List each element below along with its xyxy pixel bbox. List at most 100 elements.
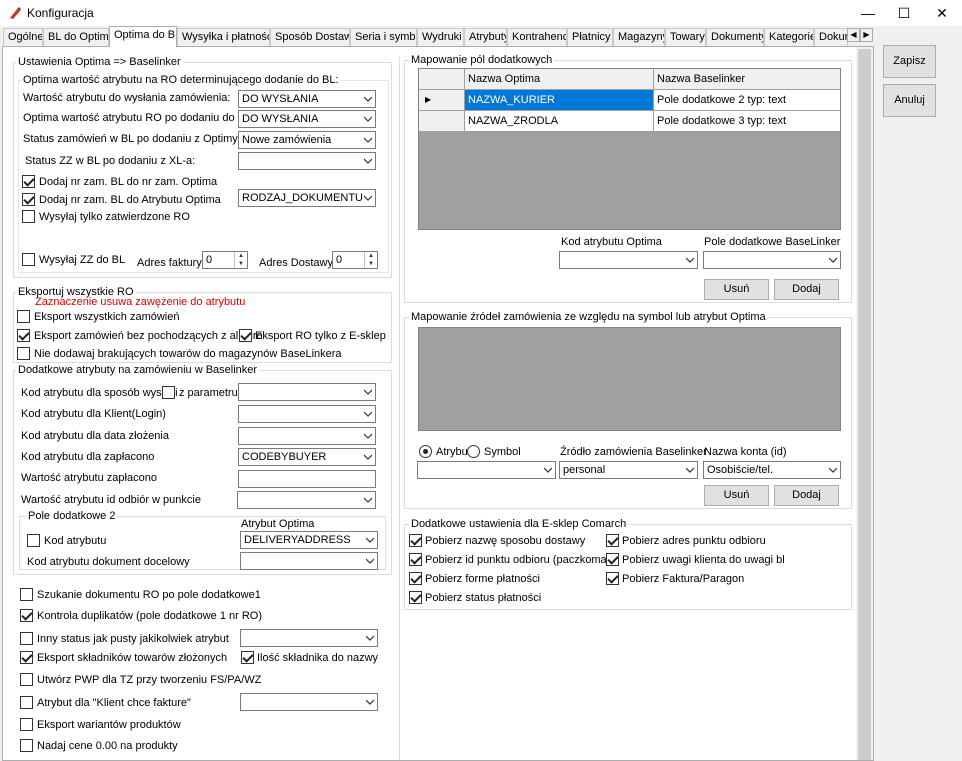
da-r2-combo[interactable]	[238, 405, 376, 423]
tab-atrybuty[interactable]: Atrybuty	[464, 28, 507, 46]
scrollbar-thumb[interactable]	[858, 49, 871, 760]
r3-combo[interactable]: Nowe zamówienia	[238, 131, 376, 149]
cb-szukanie-dokumentu-label: Szukanie dokumentu RO po pole dodatkowe1	[37, 589, 261, 601]
tab-towary[interactable]: Towary	[665, 28, 706, 46]
cb-inny-status[interactable]	[20, 632, 33, 645]
da-r6-combo[interactable]	[237, 491, 376, 509]
group-mapowanie-pol-title: Mapowanie pól dodatkowych	[409, 54, 555, 66]
cb-szukanie-dokumentu[interactable]	[20, 588, 33, 601]
cb-nie-dodawaj[interactable]	[17, 347, 30, 360]
da-r5-input[interactable]	[238, 470, 376, 488]
tab-sposob-dostawy[interactable]: Sposób Dostawy	[270, 28, 350, 46]
tab-magazyny[interactable]: Magazyny	[613, 28, 665, 46]
grid-cell-optima[interactable]: NAZWA_ZRODLA	[465, 111, 654, 132]
inny-status-combo[interactable]	[240, 629, 378, 647]
cb-eksport-wariantow[interactable]	[20, 718, 33, 731]
cancel-button[interactable]: Anuluj	[883, 84, 936, 117]
tab-kategorie[interactable]: Kategorie	[764, 28, 814, 46]
mapowanie-zrodel-remove-button[interactable]: Usuń	[704, 485, 769, 506]
cb-eksport-bez-allegro[interactable]	[17, 329, 30, 342]
cb-pobierz-faktura[interactable]	[606, 572, 619, 585]
cb-pobierz-status-platnosci[interactable]	[409, 591, 422, 604]
tab-seria-symbol[interactable]: Seria i symbol	[350, 28, 417, 46]
cb-dodaj-nr-zam[interactable]	[22, 175, 35, 188]
row-selector-icon[interactable]: ▶	[419, 90, 465, 111]
save-button[interactable]: Zapisz	[883, 45, 936, 78]
cb-z-parametru[interactable]	[162, 386, 175, 399]
mapowanie-pol-add-button[interactable]: Dodaj	[774, 279, 839, 300]
mapowanie-zrodel-grid[interactable]	[418, 327, 841, 431]
cb-kod-atrybutu[interactable]	[27, 534, 40, 547]
r4-combo[interactable]	[238, 152, 376, 170]
kod-atrybutu-combo[interactable]: DELIVERYADDRESS	[240, 531, 378, 549]
spinner-arrows-icon[interactable]: ▲ ▼	[364, 252, 377, 268]
tab-scroll-left-icon[interactable]: ◀	[847, 28, 860, 42]
cb-utworz-pwp[interactable]	[20, 673, 33, 686]
r2-combo[interactable]: DO WYSŁANIA	[238, 110, 376, 128]
nazwa-konta-combo[interactable]: Osobiście/tel.	[703, 461, 841, 479]
cb-pobierz-adres-punktu[interactable]	[606, 534, 619, 547]
atrybut-optima-combo[interactable]: RODZAJ_DOKUMENTU	[238, 189, 376, 207]
da-r1-combo[interactable]	[238, 383, 376, 401]
mapowanie-zrodel-add-button[interactable]: Dodaj	[774, 485, 839, 506]
cb-pobierz-faktura-label: Pobierz Faktura/Paragon	[622, 573, 745, 585]
pole-dodatkowe-baselinker-combo[interactable]	[703, 251, 841, 269]
vertical-scrollbar[interactable]	[856, 47, 873, 760]
da-r4-combo[interactable]: CODEBYBUYER	[238, 448, 376, 466]
minimize-button[interactable]: —	[850, 0, 886, 26]
atrybut-symbol-combo[interactable]	[417, 461, 556, 479]
cb-wysylaj-zz[interactable]	[22, 253, 35, 266]
cb-pobierz-forme-platnosci[interactable]	[409, 572, 422, 585]
tab-scroll-right-icon[interactable]: ▶	[860, 28, 873, 42]
cb-pobierz-forme-platnosci-label: Pobierz forme płatności	[425, 573, 540, 585]
zrodlo-combo[interactable]: personal	[559, 461, 698, 479]
grid-header-baselinker[interactable]: Nazwa Baselinker	[654, 69, 840, 90]
cb-tylko-zatwierdzone[interactable]	[22, 210, 35, 223]
adres-dostawy-spinner[interactable]: 0 ▲ ▼	[332, 251, 378, 269]
cb-nadaj-cene[interactable]	[20, 739, 33, 752]
cb-eksport-skladnikow[interactable]	[20, 651, 33, 664]
grid-cell-baselinker[interactable]: Pole dodatkowe 2 typ: text	[654, 90, 840, 111]
cb-pobierz-uwagi[interactable]	[606, 553, 619, 566]
group-esklep-title: Dodatkowe ustawienia dla E-sklep Comarch	[409, 518, 629, 530]
da-r3-combo[interactable]	[238, 427, 376, 445]
cb-pobierz-nazwe-dostawy[interactable]	[409, 534, 422, 547]
cb-pobierz-id-punktu[interactable]	[409, 553, 422, 566]
grid-cell-optima[interactable]: NAZWA_KURIER	[465, 90, 654, 111]
grid-cell-baselinker[interactable]: Pole dodatkowe 3 typ: text	[654, 111, 840, 132]
cb-kontrola-duplikatow[interactable]	[20, 609, 33, 622]
kod-atrybutu-optima-combo[interactable]	[559, 251, 698, 269]
adres-faktury-spinner[interactable]: 0 ▲ ▼	[202, 251, 248, 269]
tab-kontrahenci[interactable]: Kontrahenci	[507, 28, 567, 46]
tab-wysylka[interactable]: Wysyłka i płatności	[177, 28, 270, 46]
mapowanie-pol-grid[interactable]: Nazwa Optima Nazwa Baselinker ▶ NAZWA_KU…	[418, 68, 841, 230]
cb-dodaj-do-atrybutu[interactable]	[22, 193, 35, 206]
cb-eksport-esklep[interactable]	[239, 329, 252, 342]
mapowanie-pol-remove-button[interactable]: Usuń	[704, 279, 769, 300]
radio-atrybut[interactable]	[419, 445, 432, 458]
adres-dostawy-value: 0	[336, 254, 343, 266]
cb-eksport-wszystkich[interactable]	[17, 310, 30, 323]
cb-klient-chce-fakture[interactable]	[20, 696, 33, 709]
klient-fakture-combo[interactable]	[240, 693, 378, 711]
radio-symbol[interactable]	[467, 445, 480, 458]
chevron-down-icon	[366, 558, 374, 564]
row-header[interactable]	[419, 111, 465, 132]
maximize-button[interactable]: ☐	[886, 0, 922, 26]
spinner-arrows-icon[interactable]: ▲ ▼	[234, 252, 247, 268]
tab-platnicy[interactable]: Płatnicy	[567, 28, 613, 46]
cb-ilosc-skladnika[interactable]	[241, 651, 254, 664]
tab-optima-do-bl[interactable]: Optima do BL	[109, 26, 177, 47]
tab-dokum[interactable]: Dokum	[814, 28, 848, 46]
tab-bl-do-optima[interactable]: BL do Optima	[43, 28, 109, 46]
cb-pobierz-status-platnosci-label: Pobierz status płatności	[425, 592, 542, 604]
tab-ogolne[interactable]: Ogólne	[3, 28, 43, 46]
close-button[interactable]: ✕	[924, 0, 960, 26]
tab-wydruki[interactable]: Wydruki	[417, 28, 464, 46]
tab-dokumenty[interactable]: Dokumenty	[706, 28, 764, 46]
title-bar: Konfiguracja — ☐ ✕	[0, 0, 962, 26]
chevron-down-icon	[686, 467, 694, 473]
dok-docelowy-combo[interactable]	[240, 552, 378, 570]
r1-combo[interactable]: DO WYSŁANIA	[238, 90, 376, 108]
grid-header-optima[interactable]: Nazwa Optima	[465, 69, 654, 90]
